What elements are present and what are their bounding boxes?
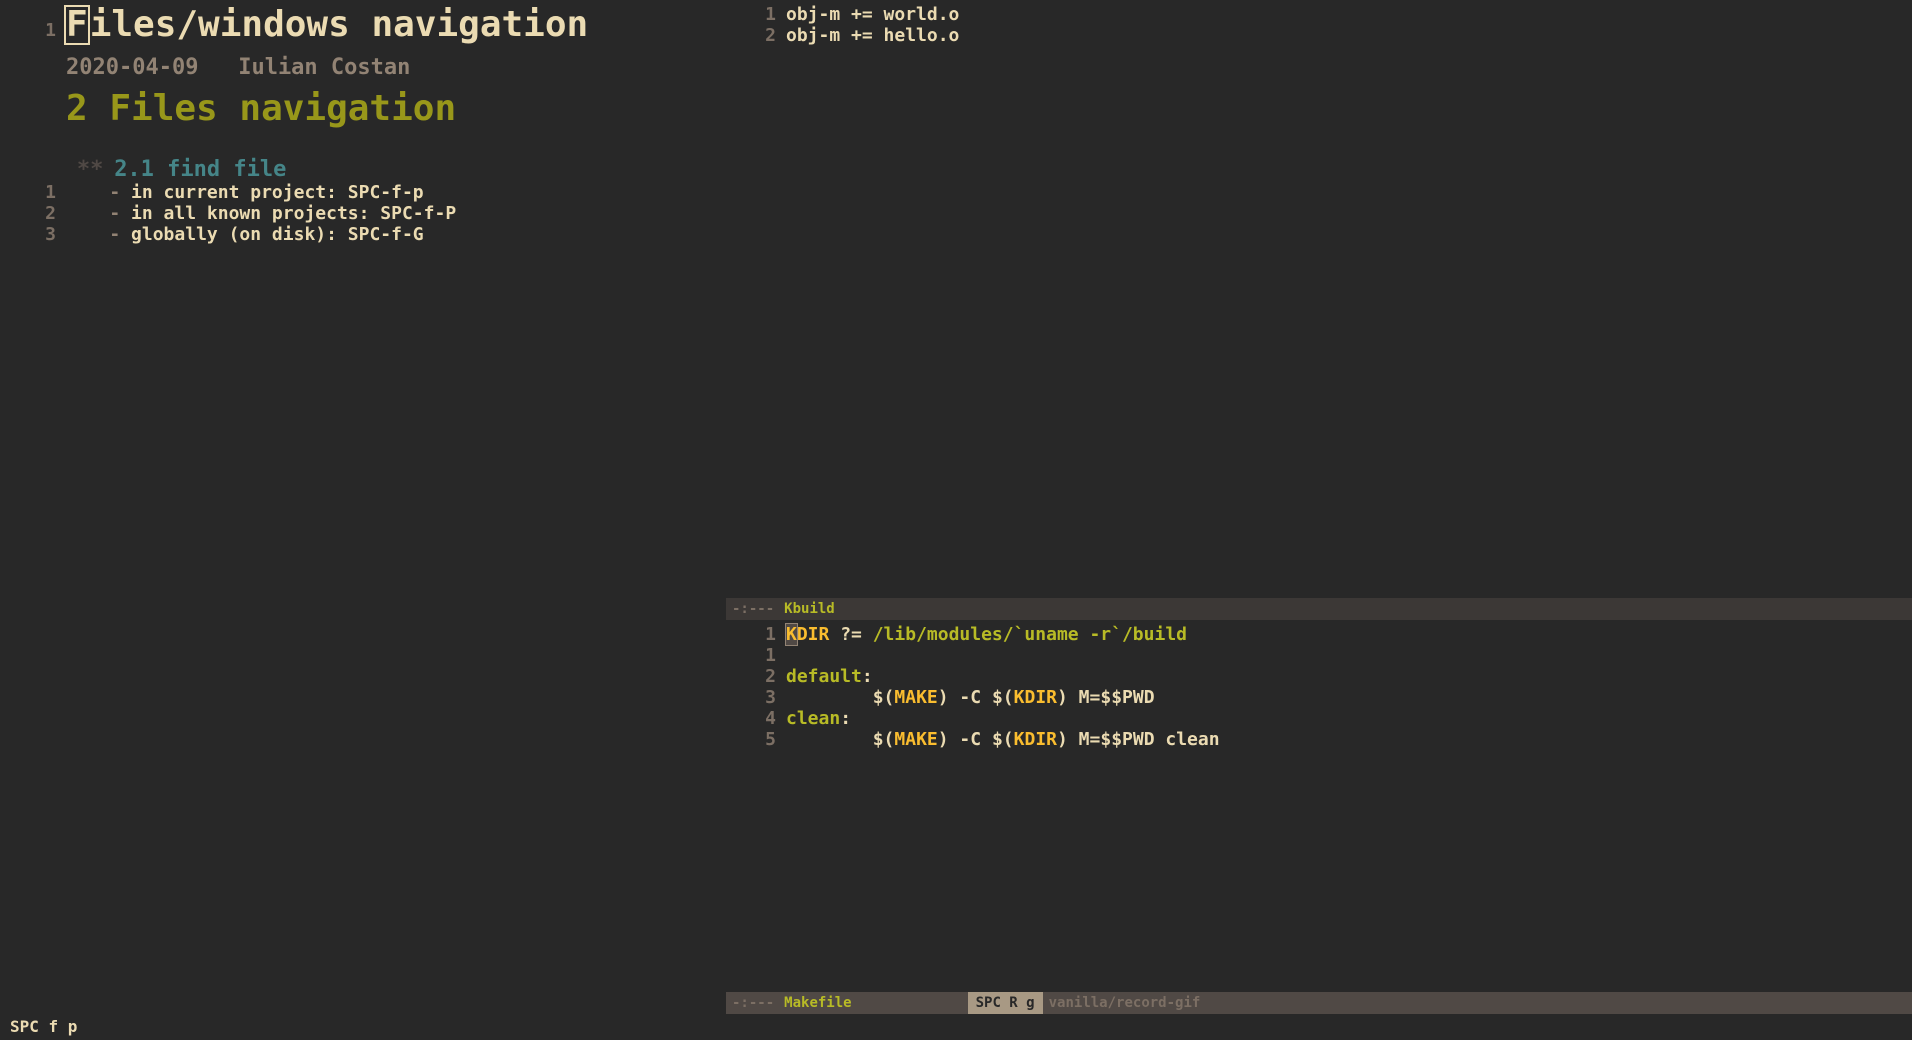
modeline-project: vanilla/record-gif (1049, 992, 1201, 1014)
code-line: 1 (726, 645, 1912, 666)
org-h2-stars: ** (77, 157, 104, 182)
right-column: 1 obj-m += world.o 2 obj-m += hello.o -:… (726, 0, 1912, 1014)
list-item: 2 - in all known projects: SPC-f-P (0, 203, 726, 224)
org-title-rest: iles/windows navigation (90, 4, 589, 45)
line-number: 3 (726, 687, 786, 708)
code-line: 5 $(MAKE) -C $(KDIR) M=$$PWD clean (726, 729, 1912, 750)
org-title: Files/windows navigation (66, 4, 726, 45)
modeline-state: -:--- (732, 992, 774, 1014)
code-text (786, 645, 1912, 666)
code-line: 1 obj-m += world.o (726, 4, 1912, 25)
line-number: 1 (0, 182, 66, 203)
code-text: KDIR ?= /lib/modules/`uname -r`/build (786, 624, 1912, 645)
windows-container: 1 Files/windows navigation 2020-04-09 Iu… (0, 0, 1912, 1014)
code-text: obj-m += hello.o (786, 25, 1912, 46)
org-window[interactable]: 1 Files/windows navigation 2020-04-09 Iu… (0, 0, 726, 1014)
code-line: 2 obj-m += hello.o (726, 25, 1912, 46)
makefile-modeline[interactable]: -:--- Makefile SPC R g vanilla/record-gi… (726, 992, 1912, 1014)
modeline-state: -:--- (732, 598, 774, 620)
modeline-buffer-name: Makefile (784, 992, 851, 1014)
kbuild-window[interactable]: 1 obj-m += world.o 2 obj-m += hello.o -:… (726, 0, 1912, 620)
modeline-keycast: SPC R g (968, 992, 1043, 1014)
emacs-frame: 1 Files/windows navigation 2020-04-09 Iu… (0, 0, 1912, 1040)
echo-area[interactable]: SPC f p (0, 1014, 1912, 1040)
org-heading-2: ** 2.1 find file (66, 157, 726, 182)
line-number: 2 (726, 666, 786, 687)
code-text: $(MAKE) -C $(KDIR) M=$$PWD clean (786, 729, 1912, 750)
line-number: 1 (726, 624, 786, 645)
org-heading-1: 2 Files navigation (66, 88, 726, 129)
line-number: 1 (0, 20, 66, 41)
org-list-text: - globally (on disk): SPC-f-G (66, 224, 726, 245)
makefile-buffer[interactable]: 1 KDIR ?= /lib/modules/`uname -r`/build … (726, 620, 1912, 992)
org-list-text: - in all known projects: SPC-f-P (66, 203, 726, 224)
echo-text: SPC f p (10, 1017, 77, 1036)
kbuild-modeline[interactable]: -:--- Kbuild (726, 598, 1912, 620)
cursor: K (786, 624, 797, 645)
code-text: $(MAKE) -C $(KDIR) M=$$PWD (786, 687, 1912, 708)
code-line: 3 $(MAKE) -C $(KDIR) M=$$PWD (726, 687, 1912, 708)
org-h2-text: 2.1 find file (114, 157, 286, 182)
org-author: Iulian Costan (238, 55, 410, 80)
code-text: clean: (786, 708, 1912, 729)
line-number: 3 (0, 224, 66, 245)
list-item: 3 - globally (on disk): SPC-f-G (0, 224, 726, 245)
org-title-row: 1 Files/windows navigation (0, 4, 726, 45)
line-number: 4 (726, 708, 786, 729)
code-line: 2 default: (726, 666, 1912, 687)
code-line: 1 KDIR ?= /lib/modules/`uname -r`/build (726, 624, 1912, 645)
kbuild-buffer[interactable]: 1 obj-m += world.o 2 obj-m += hello.o (726, 0, 1912, 598)
code-line: 4 clean: (726, 708, 1912, 729)
list-item: 1 - in current project: SPC-f-p (0, 182, 726, 203)
cursor: F (64, 5, 90, 45)
code-text: obj-m += world.o (786, 4, 1912, 25)
makefile-window[interactable]: 1 KDIR ?= /lib/modules/`uname -r`/build … (726, 620, 1912, 1014)
line-number: 2 (0, 203, 66, 224)
org-date: 2020-04-09 (66, 55, 198, 80)
line-number: 1 (726, 4, 786, 25)
code-text: default: (786, 666, 1912, 687)
org-h2-row: ** 2.1 find file (0, 157, 726, 182)
line-number: 5 (726, 729, 786, 750)
line-number: 1 (726, 645, 786, 666)
org-buffer[interactable]: 1 Files/windows navigation 2020-04-09 Iu… (0, 0, 726, 1014)
org-list-text: - in current project: SPC-f-p (66, 182, 726, 203)
line-number: 2 (726, 25, 786, 46)
org-meta: 2020-04-09 Iulian Costan (66, 55, 726, 80)
org-meta-row: 2020-04-09 Iulian Costan (0, 55, 726, 80)
org-h1-row: 2 Files navigation (0, 88, 726, 129)
modeline-buffer-name: Kbuild (784, 598, 835, 620)
